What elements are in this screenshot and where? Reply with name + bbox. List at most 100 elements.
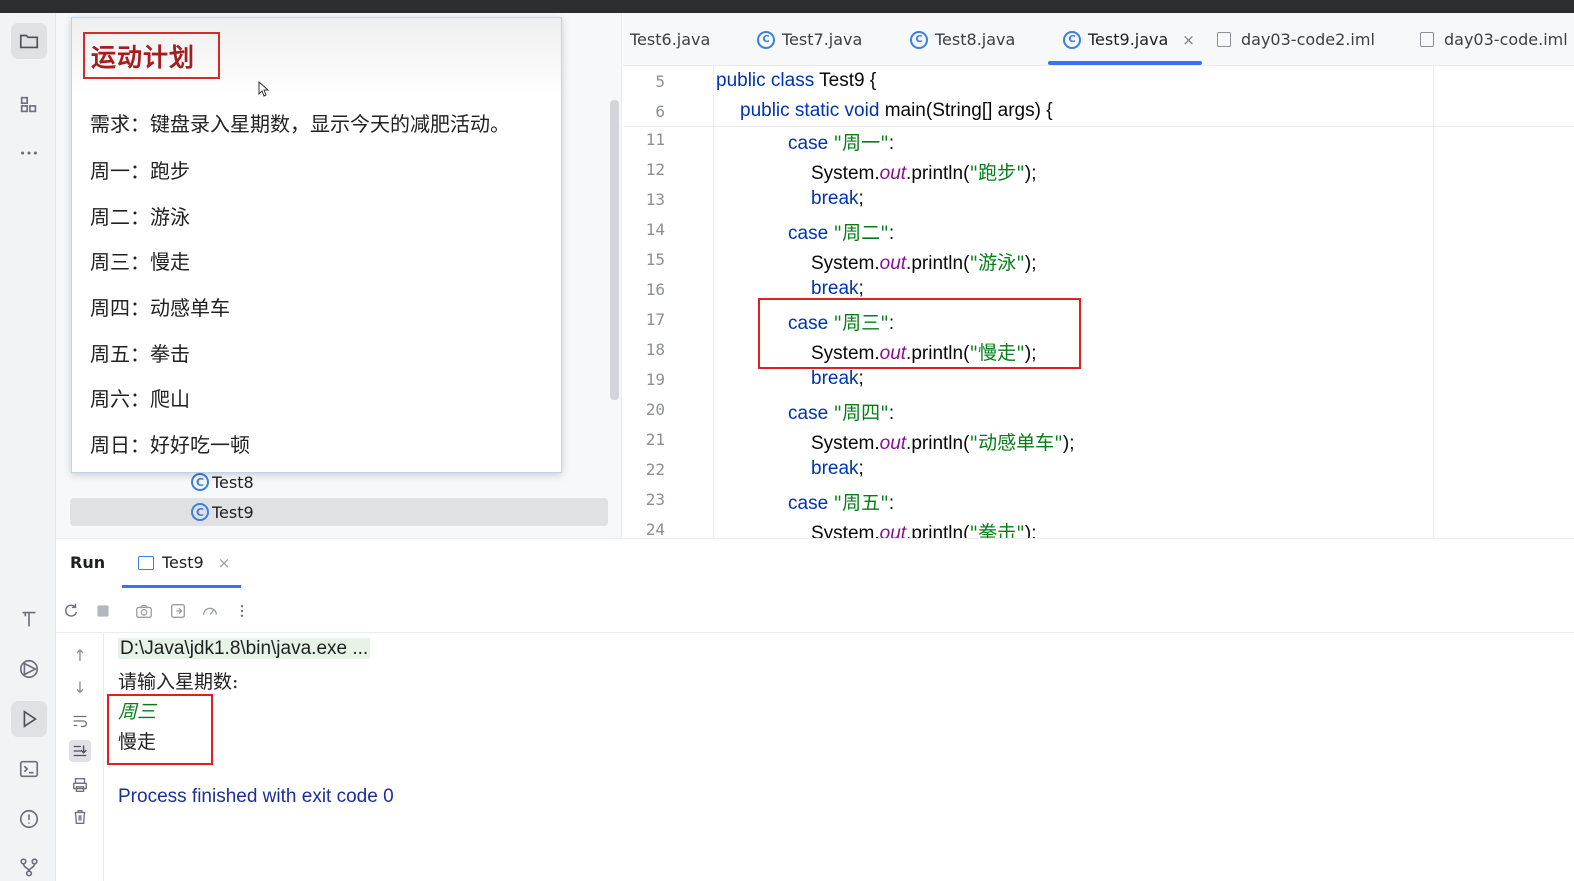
tab-test9[interactable]: C Test9.java × <box>1063 13 1195 66</box>
popup-day-line: 周五：拳击 <box>90 342 190 366</box>
line-number: 24 <box>645 520 665 538</box>
tab-test8[interactable]: C Test8.java <box>910 13 1015 66</box>
console-command-line: D:\Java\jdk1.8\bin\java.exe ... <box>118 637 371 660</box>
java-class-icon: C <box>191 503 209 521</box>
code-line: System.out.println("拳击"); <box>811 522 1037 538</box>
tab-label: day03-code2.iml <box>1241 30 1375 49</box>
trash-icon[interactable] <box>69 806 91 828</box>
tab-label: day03-code.iml <box>1444 30 1568 49</box>
exercise-plan-popup: 运动计划 需求：键盘录入星期数，显示今天的减肥活动。 周一：跑步周二：游泳周三：慢… <box>71 17 562 473</box>
code-line: break; <box>811 368 864 389</box>
scroll-to-end-icon[interactable] <box>69 740 91 762</box>
project-scrollbar[interactable] <box>610 100 619 400</box>
tab-test7[interactable]: C Test7.java <box>757 13 862 66</box>
more-actions-icon[interactable] <box>232 601 252 621</box>
java-class-icon: C <box>910 30 928 49</box>
java-class-icon: C <box>757 30 775 49</box>
code-editor[interactable]: 5 public class Test9 { 6 public static void… <box>623 66 1574 538</box>
run-icon[interactable] <box>11 701 47 737</box>
run-tab-label: Test9 <box>162 553 204 572</box>
java-class-icon: C <box>1063 30 1081 49</box>
code-line: break; <box>811 458 864 479</box>
run-toolbar <box>56 589 1574 633</box>
popup-day-line: 周四：动感单车 <box>90 296 230 320</box>
activity-bar <box>0 13 56 881</box>
code-line: public static void main(String[] args) { <box>740 100 1053 121</box>
line-number: 12 <box>645 160 665 179</box>
code-line: case "周五": <box>788 492 895 514</box>
highlight-box-case-zhousan <box>758 298 1081 369</box>
close-icon[interactable]: × <box>1182 31 1195 49</box>
tab-test6[interactable]: Test6.java <box>630 13 710 66</box>
problems-icon[interactable] <box>11 801 47 837</box>
run-tool-window: Run Test9 × ↑ ↓ D:\Java\jdk1.8\bin\java.… <box>56 538 1574 881</box>
tab-day03-code2-iml[interactable]: day03-code2.iml <box>1217 13 1375 66</box>
code-line: case "周二": <box>788 222 895 244</box>
run-panel-title: Run <box>70 553 106 572</box>
line-number: 20 <box>645 400 665 419</box>
tab-label: Test7.java <box>782 30 863 49</box>
build-hammer-icon[interactable] <box>11 601 47 637</box>
soft-wrap-icon[interactable] <box>69 710 91 732</box>
run-side-toolbar: ↑ ↓ <box>56 633 104 881</box>
more-icon[interactable] <box>11 135 47 171</box>
camera-icon[interactable] <box>134 601 154 621</box>
rerun-icon[interactable] <box>61 601 81 621</box>
stop-icon[interactable] <box>93 601 113 621</box>
title-bar <box>0 0 1574 13</box>
run-tab-indicator <box>122 585 241 588</box>
code-line: System.out.println("动感单车"); <box>811 432 1075 454</box>
tree-item-test9[interactable]: C Test9 <box>70 498 608 526</box>
java-command-text: D:\Java\jdk1.8\bin\java.exe ... <box>118 638 371 659</box>
tab-label: Test9.java <box>1088 30 1169 49</box>
print-icon[interactable] <box>69 774 91 796</box>
tab-label: Test6.java <box>630 30 711 49</box>
code-line: case "周四": <box>788 402 895 424</box>
line-number: 22 <box>645 460 665 479</box>
close-icon[interactable]: × <box>218 554 231 572</box>
code-line: case "周一": <box>788 132 895 154</box>
active-tab-indicator <box>1048 61 1202 65</box>
code-line: public class Test9 { <box>716 70 877 91</box>
line-number: 15 <box>645 250 665 269</box>
line-number: 16 <box>645 280 665 299</box>
line-number: 17 <box>645 310 665 329</box>
popup-requirement-line: 需求：键盘录入星期数，显示今天的减肥活动。 <box>90 112 510 136</box>
structure-icon[interactable] <box>11 87 47 123</box>
tab-label: Test8.java <box>935 30 1016 49</box>
module-file-icon <box>1217 32 1231 47</box>
tree-item-label: Test9 <box>212 502 254 522</box>
tree-item-label: Test8 <box>212 472 254 492</box>
popup-day-line: 周一：跑步 <box>90 159 190 183</box>
terminal-icon[interactable] <box>11 751 47 787</box>
git-icon[interactable] <box>11 849 47 881</box>
run-tab-test9[interactable]: Test9 × <box>138 553 230 572</box>
restore-layout-icon[interactable] <box>168 601 188 621</box>
popup-day-line: 周二：游泳 <box>90 205 190 229</box>
code-line: break; <box>811 278 864 299</box>
line-number: 11 <box>645 130 665 149</box>
popup-title: 运动计划 <box>83 32 220 79</box>
run-config-icon <box>138 555 154 570</box>
code-line: System.out.println("跑步"); <box>811 162 1037 184</box>
line-number: 19 <box>645 370 665 389</box>
line-number: 5 <box>655 72 665 91</box>
mouse-cursor-icon <box>258 81 270 97</box>
project-folder-icon[interactable] <box>11 23 47 59</box>
up-arrow-icon[interactable]: ↑ <box>69 644 91 666</box>
line-number: 6 <box>655 102 665 121</box>
line-number: 23 <box>645 490 665 509</box>
console-prompt: 请输入星期数: <box>118 671 239 693</box>
line-number: 18 <box>645 340 665 359</box>
java-class-icon: C <box>191 473 209 491</box>
editor-tab-bar: Test6.java C Test7.java C Test8.java C T… <box>623 13 1574 66</box>
code-line: System.out.println("游泳"); <box>811 252 1037 274</box>
coverage-icon[interactable] <box>200 601 220 621</box>
services-icon[interactable] <box>11 651 47 687</box>
tab-day03-code-iml[interactable]: day03-code.iml <box>1420 13 1568 66</box>
popup-day-line: 周六：爬山 <box>90 387 190 411</box>
down-arrow-icon[interactable]: ↓ <box>69 676 91 698</box>
popup-day-line: 周三：慢走 <box>90 250 190 274</box>
console-finish-message: Process finished with exit code 0 <box>118 786 394 807</box>
line-number: 14 <box>645 220 665 239</box>
